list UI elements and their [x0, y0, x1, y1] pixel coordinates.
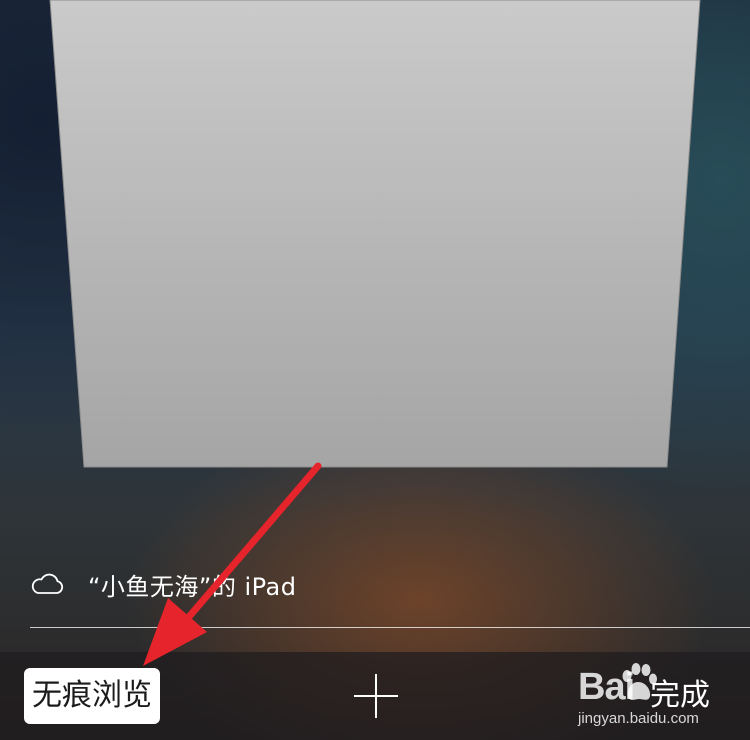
- done-button[interactable]: 完成: [650, 674, 710, 718]
- icloud-device-row: “小鱼无海”的 iPad: [30, 562, 720, 606]
- tab-preview-card[interactable]: [0, 0, 750, 470]
- device-name-label: “小鱼无海”的 iPad: [88, 572, 297, 601]
- cloud-icon: [31, 573, 64, 594]
- section-divider: [30, 627, 750, 628]
- bottom-toolbar: 无痕浏览 完成: [0, 652, 750, 740]
- plus-icon[interactable]: [350, 670, 402, 722]
- tab-preview-page[interactable]: [49, 0, 701, 468]
- private-browsing-button[interactable]: 无痕浏览: [24, 668, 160, 724]
